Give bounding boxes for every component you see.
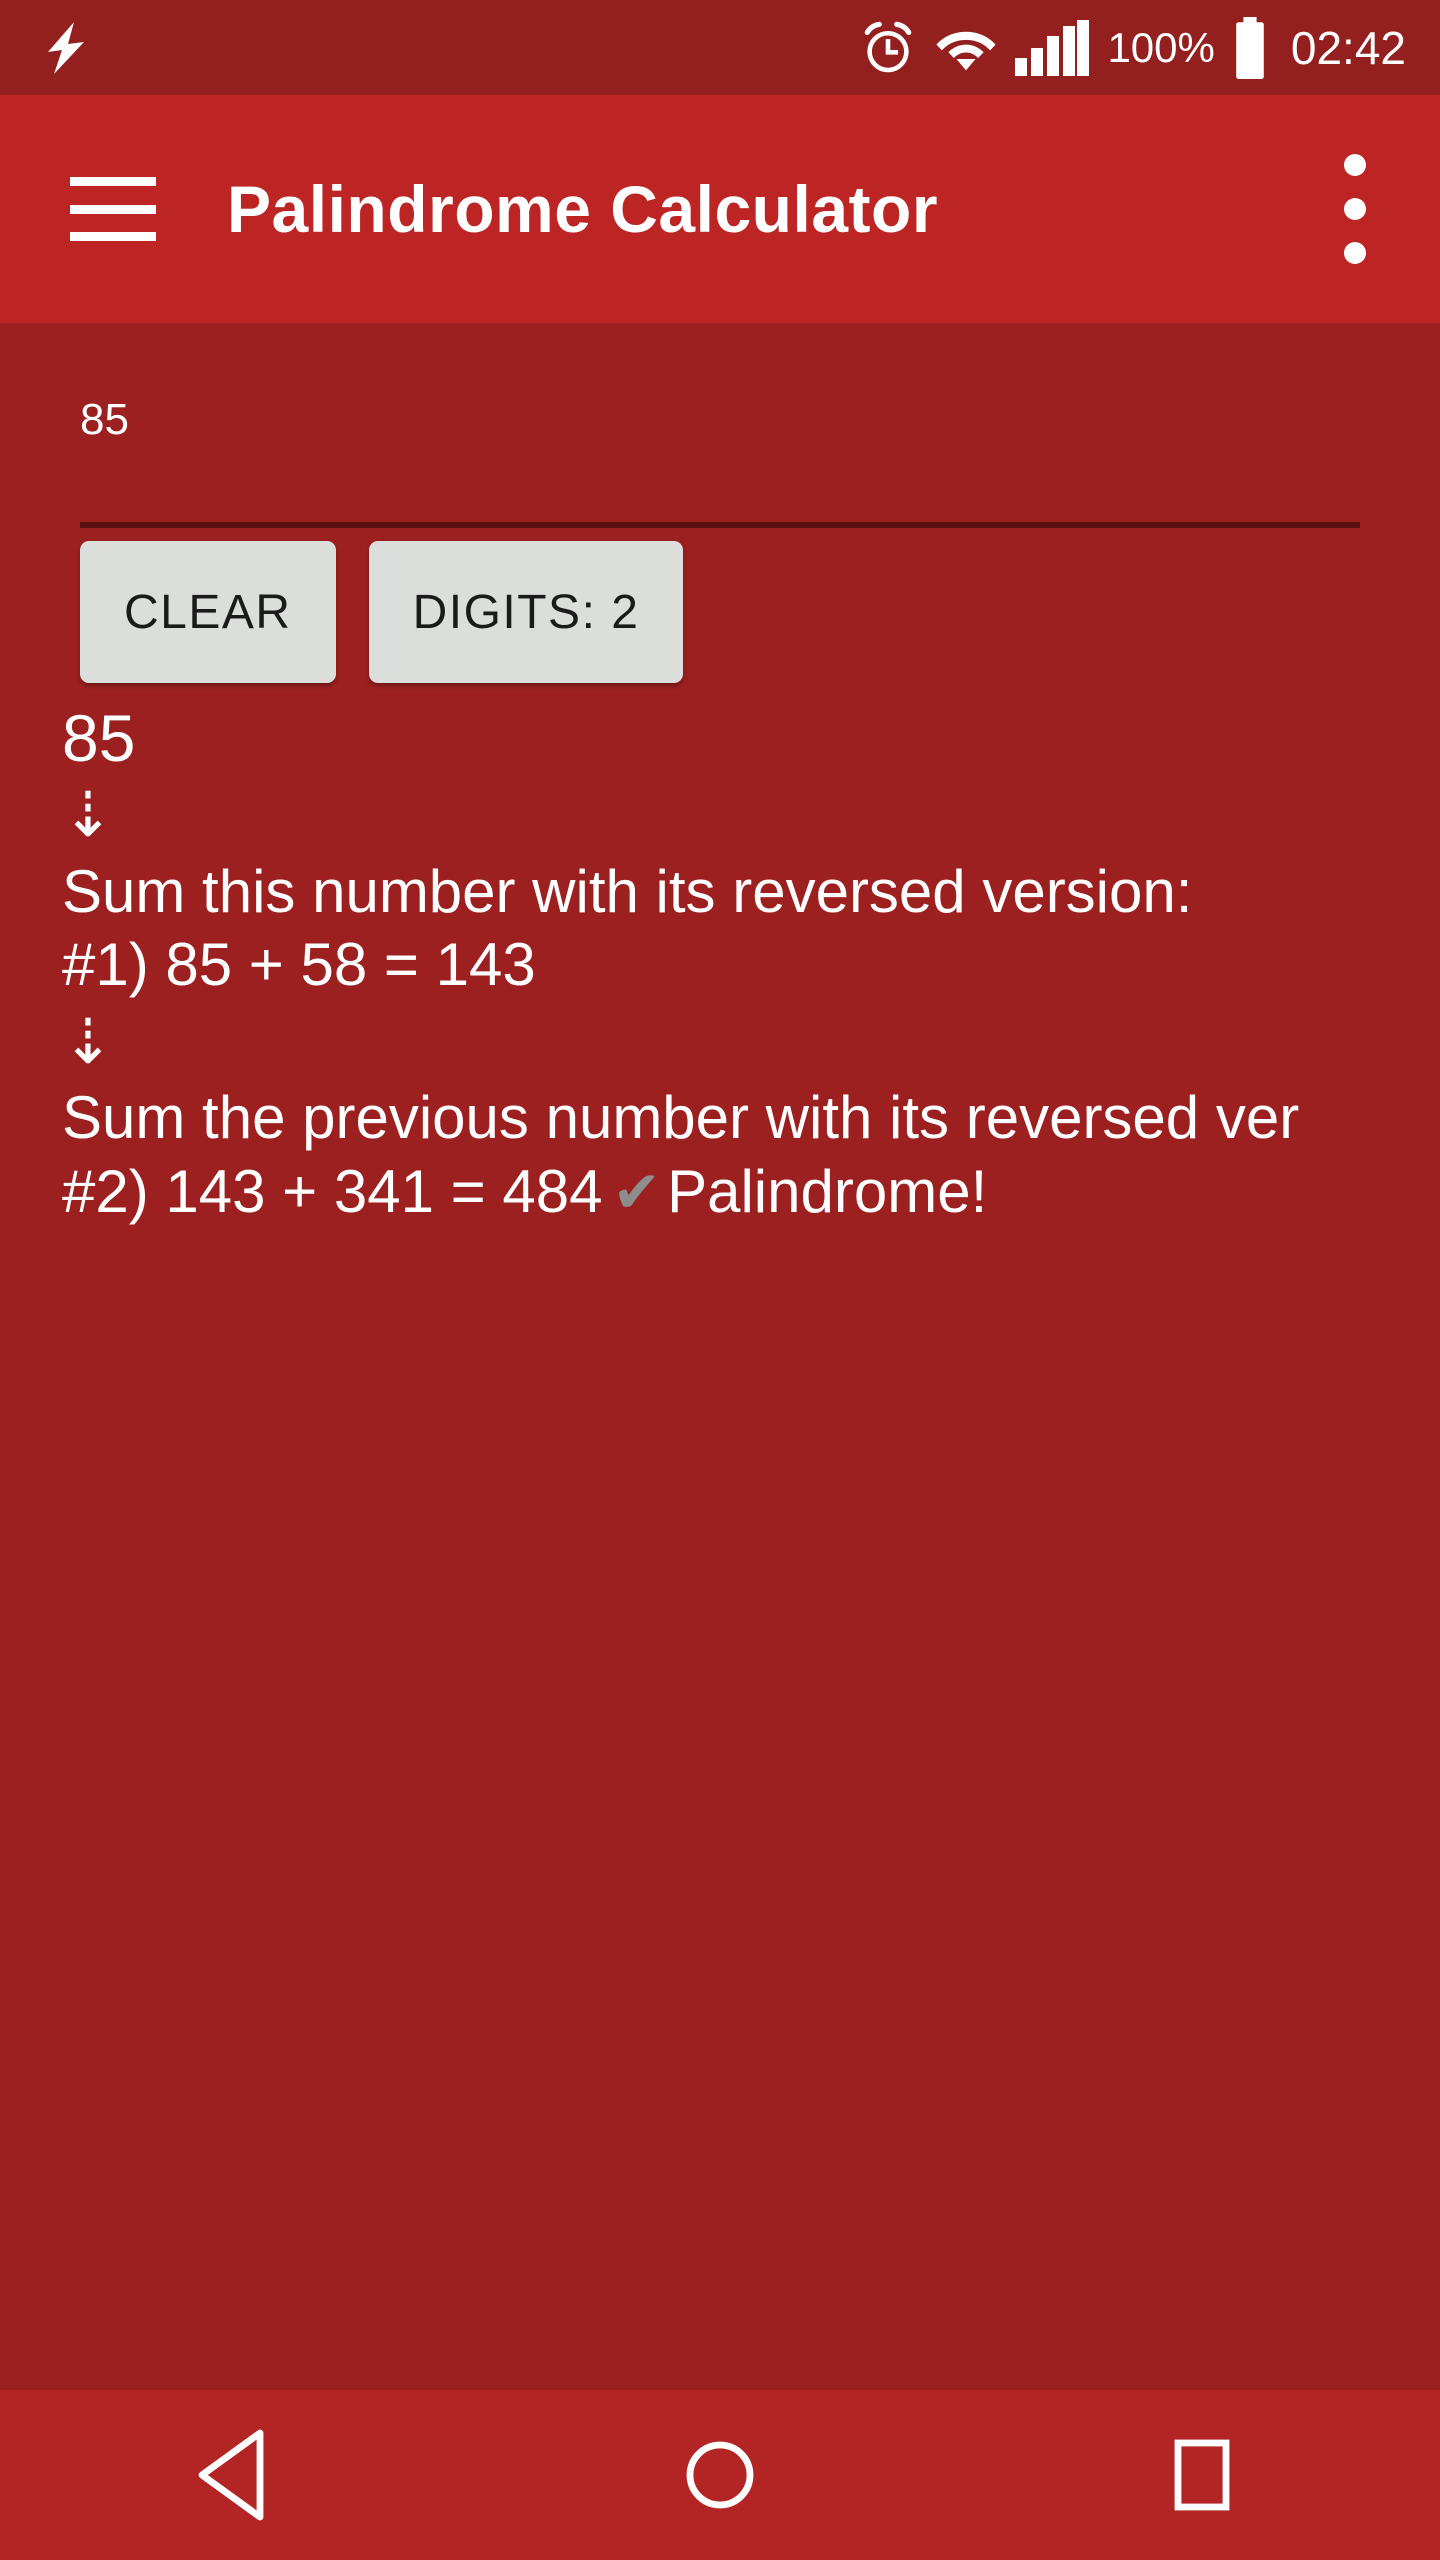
recents-square-icon[interactable] bbox=[1090, 2390, 1310, 2560]
battery-percent-label: 100% bbox=[1107, 23, 1215, 71]
status-bar-clock: 02:42 bbox=[1290, 21, 1406, 74]
step-2-equation-row: #2) 143 + 341 = 484 ✔ Palindrome! bbox=[62, 1155, 1440, 1228]
down-arrow-icon-2: ⇣ bbox=[62, 1005, 114, 1079]
input-underline bbox=[80, 522, 1360, 528]
overflow-dot-1 bbox=[1344, 154, 1366, 176]
step-2-description: Sum the previous number with its reverse… bbox=[62, 1084, 1300, 1152]
result-start-number: 85 bbox=[62, 701, 136, 775]
page-title: Palindrome Calculator bbox=[227, 172, 939, 246]
action-button-row: CLEAR DIGITS: 2 bbox=[80, 541, 684, 683]
step-1-description: Sum this number with its reversed versio… bbox=[62, 857, 1193, 925]
step-2-palindrome-label: Palindrome! bbox=[667, 1157, 988, 1225]
status-bar: 100% 02:42 bbox=[0, 0, 1440, 95]
hamburger-menu-icon[interactable] bbox=[70, 177, 156, 241]
down-arrow-icon-1: ⇣ bbox=[62, 778, 114, 852]
flash-icon bbox=[40, 20, 92, 76]
number-input-value: 85 bbox=[80, 395, 129, 444]
overflow-dot-3 bbox=[1344, 242, 1366, 264]
digits-button[interactable]: DIGITS: 2 bbox=[368, 541, 684, 683]
main-content: 85 CLEAR DIGITS: 2 85 ⇣ Sum this number … bbox=[0, 323, 1440, 2390]
hamburger-bar-1 bbox=[70, 177, 156, 186]
signal-bars-icon bbox=[1015, 19, 1090, 76]
results-panel: 85 ⇣ Sum this number with its reversed v… bbox=[62, 701, 1440, 1228]
number-input-field[interactable]: 85 bbox=[80, 398, 1360, 528]
hamburger-bar-2 bbox=[70, 204, 156, 214]
alarm-clock-icon bbox=[859, 19, 917, 77]
checkmark-icon: ✔ bbox=[612, 1157, 662, 1226]
app-bar: Palindrome Calculator bbox=[0, 95, 1440, 333]
home-circle-icon[interactable] bbox=[610, 2390, 830, 2560]
wifi-icon bbox=[935, 22, 997, 74]
hamburger-bar-3 bbox=[70, 232, 156, 241]
status-bar-right: 100% 02:42 bbox=[859, 16, 1440, 79]
overflow-menu-icon[interactable] bbox=[1344, 154, 1366, 264]
status-bar-left bbox=[0, 20, 859, 76]
step-2-equation: #2) 143 + 341 = 484 bbox=[62, 1157, 603, 1225]
back-triangle-icon[interactable] bbox=[130, 2390, 350, 2560]
overflow-dot-2 bbox=[1344, 198, 1366, 220]
android-navigation-bar bbox=[0, 2390, 1440, 2560]
step-1-equation: #1) 85 + 58 = 143 bbox=[62, 930, 536, 998]
battery-full-icon bbox=[1233, 16, 1267, 79]
clear-button[interactable]: CLEAR bbox=[80, 541, 336, 683]
